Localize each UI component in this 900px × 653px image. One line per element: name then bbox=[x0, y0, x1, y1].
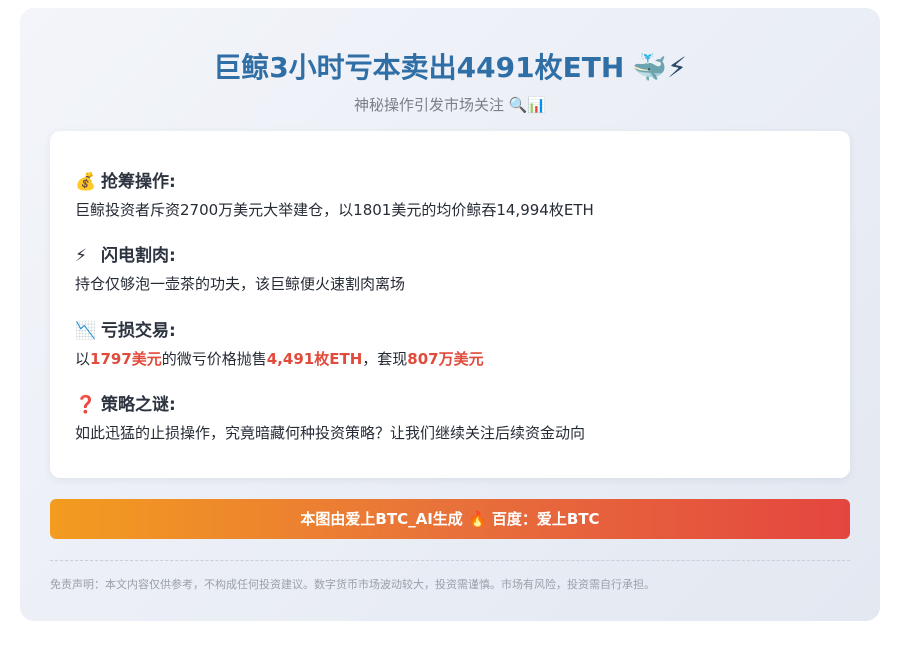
section-title-loss: 📉 亏损交易: bbox=[75, 316, 176, 341]
text-part: 的微亏价格抛售 bbox=[161, 350, 267, 368]
money-bag-icon: 💰 bbox=[75, 172, 97, 192]
text-part: 以 bbox=[75, 350, 91, 368]
lightning-icon: ⚡ bbox=[75, 246, 87, 266]
section-title-cut: ⚡ 闪电割肉: bbox=[75, 241, 176, 266]
text-part: ，套现 bbox=[362, 350, 408, 368]
highlight-price: 1797美元 bbox=[90, 350, 162, 368]
page-subtitle: 神秘操作引发市场关注 🔍📊 bbox=[353, 96, 547, 114]
disclaimer-text: 免责声明：本文内容仅供参考，不构成任何投资建议。数字货币市场波动较大，投资需谨慎… bbox=[50, 578, 655, 591]
divider bbox=[50, 560, 850, 561]
highlight-amount: 4,491枚ETH bbox=[266, 350, 363, 368]
content-panel: 💰 抢筹操作: 巨鲸投资者斥资2700万美元大举建仓，以1801美元的均价鲸吞14… bbox=[50, 131, 850, 478]
generated-by-banner: 本图由爱上BTC_AI生成 🔥 百度：爱上BTC bbox=[50, 499, 850, 539]
section-text-mystery: 如此迅猛的止损操作，究竟暗藏何种投资策略？让我们继续关注后续资金动向 bbox=[75, 424, 586, 442]
section-title-grab: 💰 抢筹操作: bbox=[75, 167, 176, 192]
section-text-cut: 持仓仅够泡一壶茶的功夫，该巨鲸便火速割肉离场 bbox=[75, 275, 406, 293]
question-icon: ❓ bbox=[75, 395, 97, 415]
whale-lightning-icon: 🐳⚡ bbox=[632, 51, 687, 84]
highlight-cashout: 807万美元 bbox=[407, 350, 484, 368]
page-title: 巨鲸3小时亏本卖出4491枚ETH 🐳⚡ bbox=[20, 46, 880, 86]
section-text-grab: 巨鲸投资者斥资2700万美元大举建仓，以1801美元的均价鲸吞14,994枚ET… bbox=[75, 201, 594, 219]
section-title-mystery: ❓ 策略之谜: bbox=[75, 390, 176, 415]
section-title-text: 策略之谜: bbox=[101, 395, 176, 415]
chart-down-icon: 📉 bbox=[75, 321, 97, 341]
section-title-text: 亏损交易: bbox=[101, 321, 176, 341]
main-card: 巨鲸3小时亏本卖出4491枚ETH 🐳⚡ 神秘操作引发市场关注 🔍📊 💰 抢筹操作:… bbox=[20, 8, 880, 621]
section-title-text: 抢筹操作: bbox=[101, 172, 176, 192]
title-text: 巨鲸3小时亏本卖出4491枚ETH bbox=[213, 51, 625, 84]
section-text-loss: 以1797美元的微亏价格抛售4,491枚ETH，套现807万美元 bbox=[75, 348, 484, 370]
section-title-text: 闪电割肉: bbox=[101, 246, 176, 266]
